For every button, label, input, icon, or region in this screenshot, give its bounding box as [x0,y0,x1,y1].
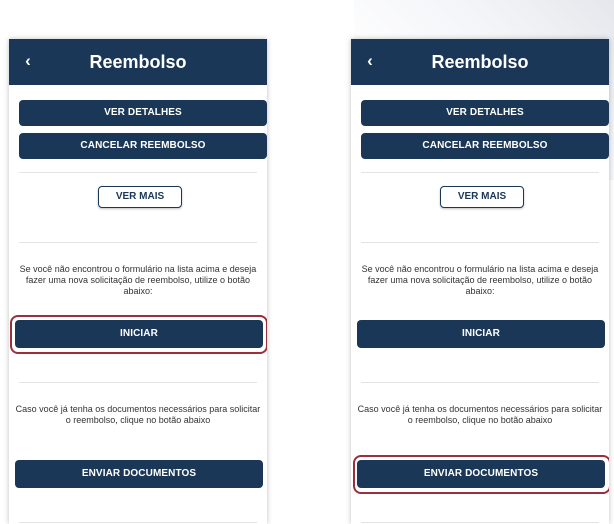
divider [19,382,257,383]
back-chevron-icon[interactable]: ‹ [360,49,380,73]
divider [361,382,599,383]
iniciar-button[interactable]: INICIAR [15,320,263,348]
cancelar-reembolso-button[interactable]: CANCELAR REEMBOLSO [19,133,267,159]
ver-detalhes-button[interactable]: VER DETALHES [19,100,267,126]
app-header: Reembolso ‹ [351,39,609,85]
divider [19,522,257,523]
send-documents-message: Caso você já tenha os documentos necessá… [357,404,603,425]
send-documents-message: Caso você já tenha os documentos necessá… [15,404,261,425]
page-title: Reembolso [431,52,529,72]
phone-screen-right: Reembolso ‹ VER DETALHES CANCELAR REEMBO… [351,39,609,524]
iniciar-button[interactable]: INICIAR [357,320,605,348]
new-request-message: Se você não encontrou o formulário na li… [19,264,257,296]
ver-detalhes-button[interactable]: VER DETALHES [361,100,609,126]
page-title: Reembolso [89,52,187,72]
cancelar-reembolso-button[interactable]: CANCELAR REEMBOLSO [361,133,609,159]
ver-mais-button[interactable]: VER MAIS [440,186,524,208]
enviar-documentos-button[interactable]: ENVIAR DOCUMENTOS [357,460,605,488]
ver-mais-button[interactable]: VER MAIS [98,186,182,208]
divider [19,172,257,173]
divider [361,172,599,173]
back-chevron-icon[interactable]: ‹ [18,49,38,73]
enviar-documentos-button[interactable]: ENVIAR DOCUMENTOS [15,460,263,488]
divider [361,242,599,243]
new-request-message: Se você não encontrou o formulário na li… [361,264,599,296]
divider [19,242,257,243]
app-header: Reembolso ‹ [9,39,267,85]
divider [361,522,599,523]
phone-screen-left: Reembolso ‹ VER DETALHES CANCELAR REEMBO… [9,39,267,524]
